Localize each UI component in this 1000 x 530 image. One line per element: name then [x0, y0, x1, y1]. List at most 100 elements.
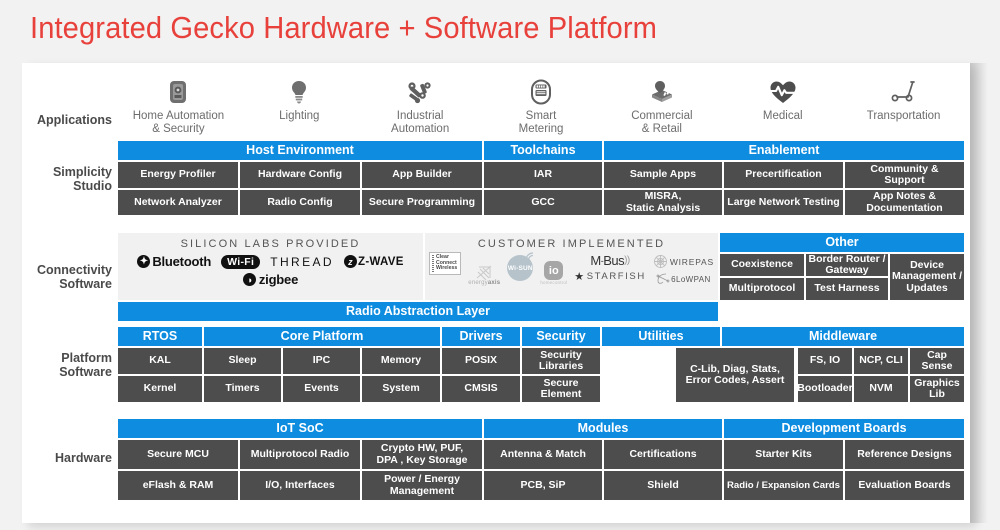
cell-shield[interactable]: Shield: [604, 471, 722, 500]
cell-utilities-clib[interactable]: C-Lib, Diag, Stats, Error Codes, Assert: [676, 348, 794, 402]
cell-coexistence[interactable]: Coexistence: [720, 254, 804, 276]
cell-sleep[interactable]: Sleep: [204, 348, 281, 374]
cell-eflash-ram[interactable]: eFlash & RAM: [118, 471, 238, 500]
cell-multiprotocol-radio[interactable]: Multiprotocol Radio: [240, 440, 360, 469]
cell-graphics-lib[interactable]: Graphics Lib: [910, 376, 964, 402]
app-label-line1: Home Automation: [132, 110, 225, 122]
app-label-line2: Metering: [518, 122, 564, 135]
application-item-smart-metering[interactable]: Smart Metering: [481, 77, 602, 135]
cell-antenna-match[interactable]: Antenna & Match: [484, 440, 602, 469]
application-item-medical[interactable]: Medical: [722, 77, 843, 135]
row-label-line1: Platform: [61, 351, 112, 365]
cell-large-network-testing[interactable]: Large Network Testing: [724, 190, 843, 215]
cell-certifications[interactable]: Certifications: [604, 440, 722, 469]
application-item-industrial-automation[interactable]: Industrial Automation: [360, 77, 481, 135]
application-item-home-automation[interactable]: Home Automation & Security: [118, 77, 239, 135]
header-other[interactable]: Other: [720, 233, 964, 252]
row-simplicity-studio: Simplicity Studio Host Environment Toolc…: [22, 141, 970, 215]
header-core-platform[interactable]: Core Platform: [204, 327, 440, 346]
customer-implemented-title: CUSTOMER IMPLEMENTED: [477, 238, 666, 250]
application-label: Commercial & Retail: [631, 110, 692, 135]
application-label: Lighting: [279, 110, 320, 122]
cell-kal[interactable]: KAL: [118, 348, 202, 374]
cell-bootloader[interactable]: Bootloader: [798, 376, 852, 402]
cell-timers[interactable]: Timers: [204, 376, 281, 402]
cell-ipc[interactable]: IPC: [283, 348, 360, 374]
application-item-commercial-retail[interactable]: Commercial & Retail: [601, 77, 722, 135]
row-label-line2: Studio: [73, 179, 112, 193]
application-item-lighting[interactable]: Lighting: [239, 77, 360, 135]
cell-fs-io[interactable]: FS, IO: [798, 348, 852, 374]
cell-security-libraries[interactable]: Security Libraries: [522, 348, 600, 374]
row-label-connectivity-software: Connectivity Software: [22, 263, 112, 291]
cell-system[interactable]: System: [362, 376, 440, 402]
thread-logo: THREAD: [270, 255, 334, 269]
panel-drop-shadow: [970, 63, 988, 523]
zwave-icon: z: [344, 255, 357, 268]
cell-crypto-hw[interactable]: Crypto HW, PUF, DPA , Key Storage: [362, 440, 482, 469]
cell-events[interactable]: Events: [283, 376, 360, 402]
cell-nvm[interactable]: NVM: [854, 376, 908, 402]
cell-precertification[interactable]: Precertification: [724, 162, 843, 188]
cell-iar[interactable]: IAR: [484, 162, 602, 188]
cell-posix[interactable]: POSIX: [442, 348, 520, 374]
cell-kernel[interactable]: Kernel: [118, 376, 202, 402]
cell-evaluation-boards[interactable]: Evaluation Boards: [845, 471, 964, 500]
cell-io-interfaces[interactable]: I/O, Interfaces: [240, 471, 360, 500]
cell-pcb-sip[interactable]: PCB, SiP: [484, 471, 602, 500]
application-item-transportation[interactable]: Transportation: [843, 77, 964, 135]
cell-ncp-cli[interactable]: NCP, CLI: [854, 348, 908, 374]
silicon-labs-logos-row2: ◑ zigbee: [118, 272, 423, 287]
header-enablement[interactable]: Enablement: [604, 141, 964, 160]
cell-sample-apps[interactable]: Sample Apps: [604, 162, 722, 188]
header-modules[interactable]: Modules: [484, 419, 722, 438]
row-label-line2: Software: [59, 277, 112, 291]
cell-community-support[interactable]: Community & Support: [845, 162, 964, 188]
cell-border-router-gateway[interactable]: Border Router / Gateway: [806, 254, 888, 276]
cell-radio-expansion-cards[interactable]: Radio / Expansion Cards: [724, 471, 843, 500]
cell-secure-programming[interactable]: Secure Programming: [362, 190, 482, 215]
cell-secure-element[interactable]: Secure Element: [522, 376, 600, 402]
platform-diagram-panel: Applications Home Automation & Security …: [22, 63, 970, 523]
cell-misra-static-analysis[interactable]: MISRA, Static Analysis: [604, 190, 722, 215]
row-label-line2: Software: [59, 365, 112, 379]
cell-cap-sense[interactable]: Cap Sense: [910, 348, 964, 374]
header-iot-soc[interactable]: IoT SoC: [118, 419, 482, 438]
cell-multiprotocol[interactable]: Multiprotocol: [720, 278, 804, 300]
header-toolchains[interactable]: Toolchains: [484, 141, 602, 160]
header-drivers[interactable]: Drivers: [442, 327, 520, 346]
cell-text: Community & Support: [870, 162, 939, 186]
cell-test-harness[interactable]: Test Harness: [806, 278, 888, 300]
cell-memory[interactable]: Memory: [362, 348, 440, 374]
header-rtos[interactable]: RTOS: [118, 327, 202, 346]
header-middleware[interactable]: Middleware: [722, 327, 964, 346]
silicon-labs-logos: ✦ Bluetooth Wi-Fi THREAD z Z-WAVE: [118, 254, 423, 269]
cell-starter-kits[interactable]: Starter Kits: [724, 440, 843, 469]
header-security[interactable]: Security: [522, 327, 600, 346]
cell-cmsis[interactable]: CMSIS: [442, 376, 520, 402]
energyaxis-icon: [476, 265, 492, 280]
cell-app-builder[interactable]: App Builder: [362, 162, 482, 188]
cell-secure-mcu[interactable]: Secure MCU: [118, 440, 238, 469]
row-label-hardware: Hardware: [55, 451, 112, 465]
logo-text: THREAD: [270, 254, 334, 269]
cell-power-energy-management[interactable]: Power / Energy Management: [362, 471, 482, 500]
cell-app-notes-documentation[interactable]: App Notes & Documentation: [845, 190, 964, 215]
zigbee-logo: ◑ zigbee: [242, 272, 298, 287]
cell-network-analyzer[interactable]: Network Analyzer: [118, 190, 238, 215]
cell-radio-config[interactable]: Radio Config: [240, 190, 360, 215]
cell-energy-profiler[interactable]: Energy Profiler: [118, 162, 238, 188]
cell-gcc[interactable]: GCC: [484, 190, 602, 215]
radio-abstraction-layer-bar[interactable]: Radio Abstraction Layer: [118, 302, 718, 321]
header-host-environment[interactable]: Host Environment: [118, 141, 482, 160]
row-platform-software: Platform Software RTOS Core Platform Dri…: [22, 327, 970, 402]
header-development-boards[interactable]: Development Boards: [724, 419, 964, 438]
platform-row-2: Kernel Timers Events System CMSIS Secure…: [118, 376, 674, 402]
cell-device-management-updates[interactable]: Device Management / Updates: [890, 254, 964, 300]
cell-reference-designs[interactable]: Reference Designs: [845, 440, 964, 469]
cell-hardware-config[interactable]: Hardware Config: [240, 162, 360, 188]
row-label-line1: Simplicity: [52, 165, 112, 179]
header-utilities[interactable]: Utilities: [602, 327, 720, 346]
connectivity-top-band: SILICON LABS PROVIDED ✦ Bluetooth Wi-Fi T…: [118, 233, 964, 300]
logo-text: Wi-SUN: [507, 264, 533, 272]
